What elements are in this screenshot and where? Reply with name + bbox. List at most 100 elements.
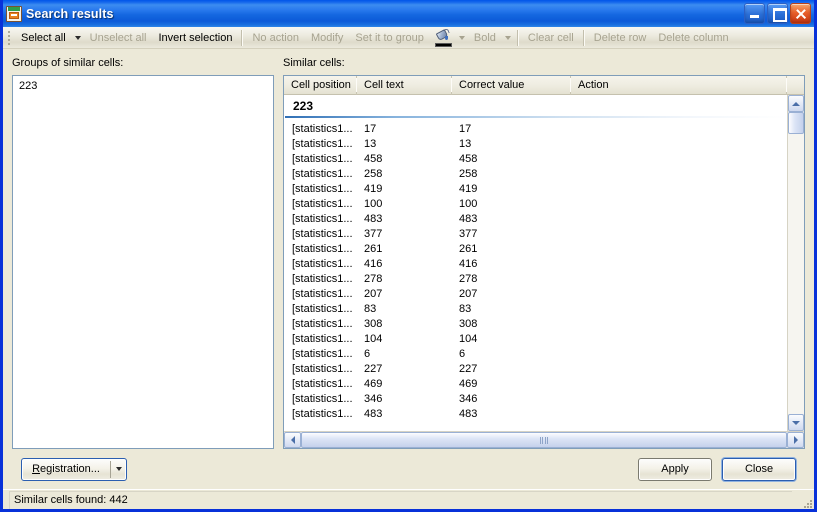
table-row[interactable]: [statistics1... 346 346 [284, 391, 787, 406]
table-cell-correct: 258 [459, 167, 478, 180]
table-row[interactable]: [statistics1... 17 17 [284, 121, 787, 136]
registration-split-button[interactable]: Registration... [21, 457, 127, 481]
registration-label: egistration... [40, 463, 100, 475]
groups-list[interactable]: 223 [12, 75, 274, 449]
caption-buttons [744, 3, 811, 24]
table-row[interactable]: [statistics1... 258 258 [284, 166, 787, 181]
table-cell-position: [statistics1... [292, 227, 353, 240]
table-row[interactable]: [statistics1... 483 483 [284, 406, 787, 421]
table-cell-correct: 458 [459, 152, 478, 165]
scroll-right-button[interactable] [787, 432, 804, 448]
vertical-scroll-thumb[interactable] [788, 112, 804, 134]
table-cell-text: 100 [364, 197, 383, 210]
action-buttons: Apply Close [638, 457, 796, 481]
toolbar-set-it-to-group[interactable]: Set it to group [349, 29, 430, 47]
maximize-button[interactable] [767, 3, 788, 24]
column-header-action[interactable]: Action [571, 76, 787, 95]
registration-button[interactable]: Registration... [22, 459, 110, 480]
grid-rows: [statistics1... 17 17 [statistics1... 13 13 [s… [284, 121, 787, 421]
toolbar-delete-column[interactable]: Delete column [652, 29, 734, 47]
table-row[interactable]: [statistics1... 227 227 [284, 361, 787, 376]
table-row[interactable]: [statistics1... 207 207 [284, 286, 787, 301]
title-bar[interactable]: Search results [3, 0, 814, 27]
table-cell-text: 483 [364, 407, 383, 420]
apply-button[interactable]: Apply [638, 457, 712, 481]
table-row[interactable]: [statistics1... 13 13 [284, 136, 787, 151]
registration-dropdown-icon[interactable] [111, 459, 126, 480]
table-cell-position: [statistics1... [292, 317, 353, 330]
close-button[interactable]: Close [722, 457, 796, 481]
toolbar-grip-handle[interactable] [6, 30, 12, 46]
horizontal-scroll-thumb[interactable] [301, 432, 787, 448]
toolbar-no-action[interactable]: No action [246, 29, 304, 47]
table-cell-correct: 261 [459, 242, 478, 255]
toolbar-separator-1 [241, 29, 244, 46]
toolbar-select-all-dropdown-icon[interactable] [72, 29, 84, 47]
toolbar-bold-dropdown-icon[interactable] [502, 29, 514, 47]
close-window-button[interactable] [790, 3, 811, 24]
toolbar-bold[interactable]: Bold [468, 29, 502, 47]
scroll-left-button[interactable] [284, 432, 301, 448]
similar-cells-grid[interactable]: Cell position Cell text Correct value Ac… [283, 75, 805, 449]
status-text: Similar cells found: 442 [9, 490, 792, 509]
grid-header-row: Cell position Cell text Correct value Ac… [284, 76, 804, 95]
toolbar-delete-row[interactable]: Delete row [588, 29, 653, 47]
table-cell-correct: 308 [459, 317, 478, 330]
table-cell-text: 6 [364, 347, 371, 360]
toolbar-select-all[interactable]: Select all [15, 29, 72, 47]
table-cell-text: 346 [364, 392, 383, 405]
table-cell-text: 207 [364, 287, 383, 300]
table-row[interactable]: [statistics1... 278 278 [284, 271, 787, 286]
app-icon [6, 5, 22, 22]
table-cell-position: [statistics1... [292, 167, 353, 180]
table-row[interactable]: [statistics1... 6 6 [284, 346, 787, 361]
table-cell-position: [statistics1... [292, 182, 353, 195]
table-row[interactable]: [statistics1... 416 416 [284, 256, 787, 271]
toolbar-invert-selection[interactable]: Invert selection [153, 29, 239, 47]
table-row[interactable]: [statistics1... 419 419 [284, 181, 787, 196]
grid-group-header[interactable]: 223 [284, 95, 787, 116]
grid-group-underline [285, 116, 786, 118]
horizontal-scroll-track[interactable] [301, 432, 787, 448]
table-cell-position: [statistics1... [292, 302, 353, 315]
column-header-cell-position[interactable]: Cell position [284, 76, 357, 95]
table-row[interactable]: [statistics1... 104 104 [284, 331, 787, 346]
table-row[interactable]: [statistics1... 469 469 [284, 376, 787, 391]
column-header-correct-value[interactable]: Correct value [452, 76, 571, 95]
toolbar-modify[interactable]: Modify [305, 29, 349, 47]
resize-grip[interactable] [800, 496, 812, 508]
window-title: Search results [26, 6, 114, 21]
horizontal-scrollbar[interactable] [284, 431, 804, 448]
table-cell-correct: 17 [459, 122, 472, 135]
table-row[interactable]: [statistics1... 483 483 [284, 211, 787, 226]
table-cell-position: [statistics1... [292, 212, 353, 225]
column-header-cell-text[interactable]: Cell text [357, 76, 452, 95]
minimize-button[interactable] [744, 3, 765, 24]
table-cell-correct: 104 [459, 332, 478, 345]
vertical-scroll-track[interactable] [788, 112, 804, 414]
dialog-button-bar: Registration... Apply Close [12, 449, 805, 489]
table-row[interactable]: [statistics1... 308 308 [284, 316, 787, 331]
table-cell-correct: 419 [459, 182, 478, 195]
content-area: Groups of similar cells: 223 Similar cel… [3, 49, 814, 489]
toolbar-clear-cell[interactable]: Clear cell [522, 29, 580, 47]
toolbar-separator-3 [582, 29, 585, 46]
table-row[interactable]: [statistics1... 458 458 [284, 151, 787, 166]
table-cell-position: [statistics1... [292, 242, 353, 255]
scroll-down-button[interactable] [788, 414, 804, 431]
table-row[interactable]: [statistics1... 377 377 [284, 226, 787, 241]
table-row[interactable]: [statistics1... 83 83 [284, 301, 787, 316]
table-cell-text: 13 [364, 137, 377, 150]
toolbar-unselect-all[interactable]: Unselect all [84, 29, 153, 47]
table-cell-position: [statistics1... [292, 362, 353, 375]
table-cell-text: 419 [364, 182, 383, 195]
table-row[interactable]: [statistics1... 100 100 [284, 196, 787, 211]
list-item[interactable]: 223 [17, 79, 273, 93]
table-cell-correct: 469 [459, 377, 478, 390]
table-row[interactable]: [statistics1... 261 261 [284, 241, 787, 256]
toolbar-fill-color-dropdown-icon[interactable] [456, 29, 468, 47]
scroll-up-button[interactable] [788, 95, 804, 112]
table-cell-correct: 100 [459, 197, 478, 210]
paint-bucket-icon[interactable] [433, 27, 455, 47]
vertical-scrollbar[interactable] [787, 95, 804, 431]
